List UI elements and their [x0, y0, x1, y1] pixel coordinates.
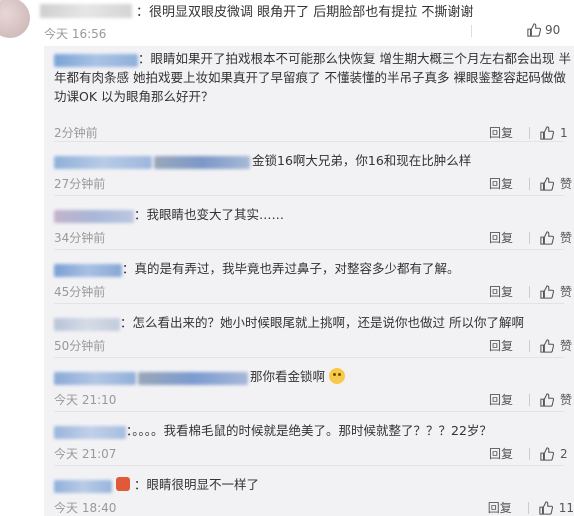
- reply-time: 今天 21:07: [54, 447, 117, 461]
- reply-item: ：眼睛如果开了拍戏根本不可能那么快恢复 增生期大概三个月左右都会出现 半 年都有…: [44, 46, 574, 142]
- reply-item: 那你看金锁啊 今天 21:10 回复 赞: [44, 358, 574, 412]
- reply-text: ：怎么看出来的？她小时候眼尾就上挑啊，还是说你也做过 所以你了解啊: [120, 315, 524, 330]
- username-blurred[interactable]: [54, 480, 112, 493]
- reply-text: ：真的是有弄过，我毕竟也弄过鼻子，对整容多少都有了解。: [122, 261, 460, 276]
- comment-time: 今天 16:56: [44, 27, 107, 41]
- reply-button[interactable]: 回复: [483, 229, 519, 246]
- reply-time: 今天 18:40: [54, 501, 117, 515]
- reply-time: 2分钟前: [54, 126, 98, 140]
- reply-text: 功课OK 以为眼角那么好开？: [54, 89, 214, 104]
- reply-actions: 回复 赞: [483, 391, 574, 408]
- reply-actions: 回复 2: [483, 445, 574, 462]
- like-count: 赞: [560, 231, 573, 245]
- reply-item: ：真的是有弄过，我毕竟也弄过鼻子，对整容多少都有了解。 45分钟前 回复 赞: [44, 250, 574, 304]
- username-blurred[interactable]: [54, 372, 136, 385]
- like-count: 赞: [560, 285, 573, 299]
- divider: [529, 177, 530, 190]
- thumbs-up-icon: [540, 176, 554, 191]
- comment-text: ：很明显双眼皮微调 眼角开了 后期脸部也有提拉 不撕谢谢: [136, 5, 474, 20]
- divider: [529, 285, 530, 298]
- reply-button[interactable]: 回复: [483, 175, 519, 192]
- avatar[interactable]: [0, 0, 30, 38]
- like-count: 赞: [560, 393, 573, 407]
- divider: [529, 231, 530, 244]
- like-button[interactable]: 2: [540, 447, 574, 461]
- reply-text: ：我眼睛也变大了其实……: [134, 207, 285, 222]
- username-blurred[interactable]: [54, 210, 134, 223]
- reply-item: ：怎么看出来的？她小时候眼尾就上挑啊，还是说你也做过 所以你了解啊 50分钟前 …: [44, 304, 574, 358]
- reply-time: 今天 21:10: [54, 393, 117, 407]
- reply-button[interactable]: 回复: [483, 391, 519, 408]
- like-count: 1: [560, 125, 568, 140]
- top-comment: ：很明显双眼皮微调 眼角开了 后期脸部也有提拉 不撕谢谢 今天 16:56 90: [0, 0, 574, 46]
- reply-button[interactable]: 回复: [483, 337, 519, 354]
- like-button[interactable]: 赞: [540, 229, 574, 246]
- reply-actions: 回复 11: [482, 499, 574, 516]
- reply-actions: 回复 赞: [483, 229, 574, 246]
- divider: [529, 339, 530, 352]
- reply-actions: 回复 1: [483, 124, 574, 141]
- username-blurred[interactable]: [40, 4, 132, 18]
- like-button[interactable]: 赞: [540, 175, 574, 192]
- reply-button[interactable]: 回复: [483, 283, 519, 300]
- reply-item: ：。。。。我看棉毛鼠的时候就是绝美了。那时候就整了？？？22岁？ 今天 21:0…: [44, 412, 574, 466]
- divider: [471, 25, 472, 37]
- thumbs-up-icon: [540, 284, 554, 299]
- divider: [527, 501, 529, 514]
- user-badge-icon: [116, 477, 130, 491]
- reply-actions: 回复 赞: [483, 175, 574, 192]
- reply-time: 27分钟前: [54, 177, 106, 191]
- like-button[interactable]: 1: [540, 126, 574, 140]
- thumbs-up-icon: [540, 338, 554, 353]
- reply-button[interactable]: 回复: [483, 124, 519, 141]
- thumbs-up-icon: [540, 230, 554, 245]
- reply-button[interactable]: 回复: [482, 499, 518, 516]
- like-button[interactable]: 赞: [540, 337, 574, 354]
- reply-text: ：眼睛很明显不一样了: [116, 475, 259, 494]
- username-blurred[interactable]: [54, 156, 152, 169]
- reply-actions: 回复 赞: [483, 283, 574, 300]
- reply-item: ：眼睛很明显不一样了 今天 18:40 回复 11: [44, 466, 574, 516]
- like-count: 2: [560, 446, 568, 461]
- like-button[interactable]: 赞: [540, 283, 574, 300]
- like-button[interactable]: 赞: [540, 391, 574, 408]
- reply-item: 金锁16啊大兄弟，你16和现在比肿么样 27分钟前 回复 赞: [44, 142, 574, 196]
- username-blurred[interactable]: [154, 156, 250, 169]
- reply-button[interactable]: 回复: [483, 445, 519, 462]
- divider: [529, 126, 530, 139]
- reply-text: 那你看金锁啊: [250, 369, 326, 384]
- reply-item: ：我眼睛也变大了其实…… 34分钟前 回复 赞: [44, 196, 574, 250]
- like-button[interactable]: 11: [539, 501, 574, 515]
- reply-text: ：眼睛很明显不一样了: [133, 477, 259, 492]
- thumbs-up-icon: [540, 446, 554, 461]
- thumbs-up-icon: [540, 125, 554, 140]
- reply-time: 45分钟前: [54, 285, 106, 299]
- like-button[interactable]: 90: [527, 23, 560, 37]
- username-blurred[interactable]: [54, 426, 126, 439]
- reply-text: ：。。。。我看棉毛鼠的时候就是绝美了。那时候就整了？？？22岁？: [126, 423, 492, 438]
- thumbs-up-icon: [540, 392, 554, 407]
- divider: [529, 447, 530, 460]
- thumbs-up-icon: [539, 500, 553, 515]
- reply-time: 50分钟前: [54, 339, 106, 353]
- like-count: 赞: [560, 339, 573, 353]
- username-blurred[interactable]: [54, 54, 138, 67]
- divider: [529, 393, 530, 406]
- like-count: 90: [545, 23, 561, 37]
- reply-text: 年都有肉条感 她拍戏要上妆如果真开了早留痕了 不懂装懂的半吊子真多 裸眼鉴整容起…: [54, 70, 566, 85]
- reply-actions: 回复 赞: [483, 337, 574, 354]
- username-blurred[interactable]: [54, 264, 122, 277]
- comment-thread: ：很明显双眼皮微调 眼角开了 后期脸部也有提拉 不撕谢谢 今天 16:56 90…: [0, 0, 574, 516]
- like-count: 赞: [560, 177, 573, 191]
- reply-text: 金锁16啊大兄弟，你16和现在比肿么样: [252, 153, 472, 168]
- reply-text: ：眼睛如果开了拍戏根本不可能那么快恢复 增生期大概三个月左右都会出现 半: [138, 51, 571, 66]
- thumbs-up-icon: [527, 23, 541, 37]
- reply-text: 那你看金锁啊: [250, 367, 345, 386]
- like-count: 11: [558, 500, 574, 515]
- reply-time: 34分钟前: [54, 231, 106, 245]
- reply-list: ：眼睛如果开了拍戏根本不可能那么快恢复 增生期大概三个月左右都会出现 半 年都有…: [44, 46, 574, 516]
- username-blurred[interactable]: [138, 372, 248, 385]
- smiley-emoji-icon: [329, 368, 345, 384]
- username-blurred[interactable]: [54, 318, 120, 331]
